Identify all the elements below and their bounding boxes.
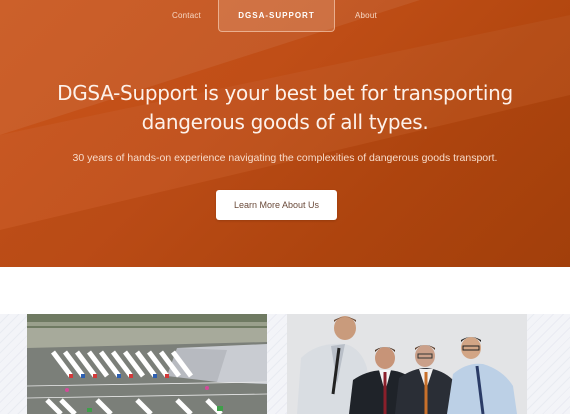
- hero-title-line-1: DGSA-Support is your best bet for transp…: [57, 81, 513, 105]
- nav-about-link[interactable]: About: [355, 11, 377, 20]
- learn-more-button[interactable]: Learn More About Us: [216, 190, 337, 220]
- hero-title: DGSA-Support is your best bet for transp…: [40, 79, 530, 137]
- hero-title-line-2: dangerous goods of all types.: [141, 110, 429, 134]
- top-nav: Contact DGSA-SUPPORT About: [0, 0, 570, 32]
- business-team-photo: [287, 314, 527, 414]
- trucks-aerial-photo: [27, 314, 267, 414]
- nav-contact-link[interactable]: Contact: [172, 11, 201, 20]
- nav-brand-tab[interactable]: DGSA-SUPPORT: [218, 0, 335, 32]
- hero-subtitle: 30 years of hands-on experience navigati…: [72, 152, 498, 164]
- hero-section: Contact DGSA-SUPPORT About DGSA-Support …: [0, 0, 570, 267]
